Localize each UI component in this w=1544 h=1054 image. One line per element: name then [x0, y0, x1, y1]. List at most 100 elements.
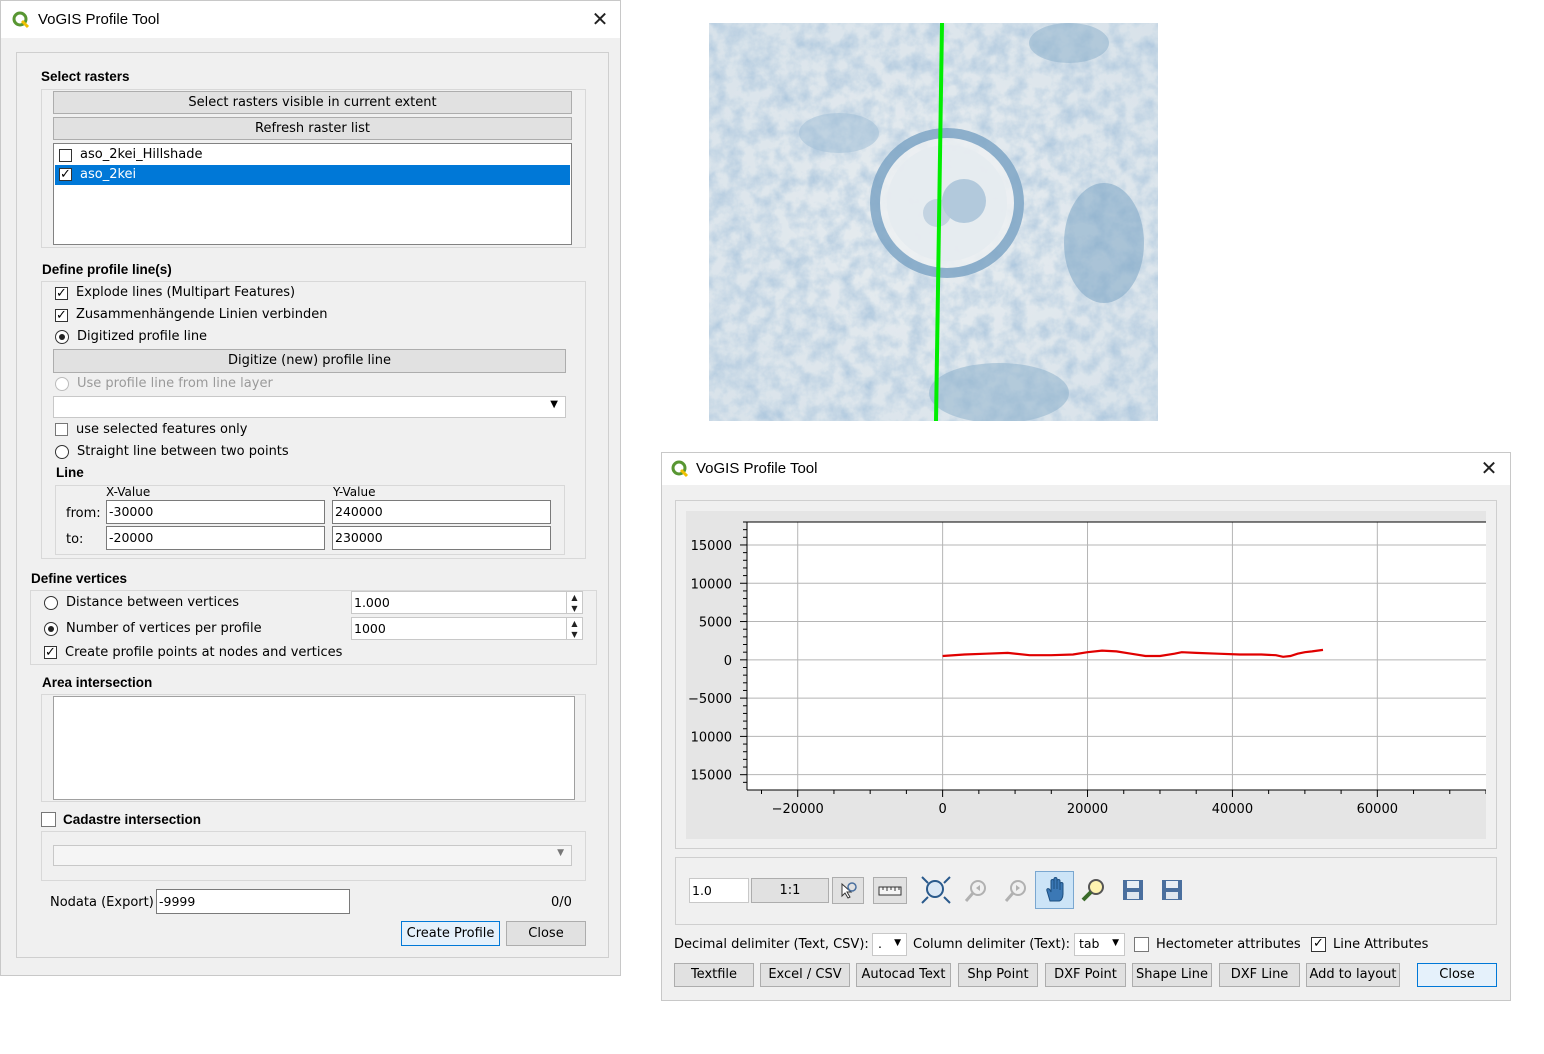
map-canvas[interactable]	[709, 23, 1158, 421]
distance-vertices-label: Distance between vertices	[66, 595, 239, 610]
dialog-title: VoGIS Profile Tool	[696, 460, 818, 477]
close-button[interactable]: Close	[1417, 963, 1497, 987]
cadastre-header: Cadastre intersection	[63, 812, 202, 827]
create-profile-button[interactable]: Create Profile	[401, 921, 500, 946]
vertices-header: Define vertices	[31, 571, 128, 586]
zoom-forward-icon[interactable]	[1000, 875, 1032, 905]
y-tick-label: 0	[724, 654, 732, 669]
from-label: from:	[66, 506, 101, 521]
to-label: to:	[66, 532, 84, 547]
list-item[interactable]: ✓ aso_2kei	[55, 165, 570, 185]
line-header: Line	[56, 465, 84, 480]
profile-lines-header: Define profile line(s)	[42, 262, 172, 277]
from-y-input[interactable]: 240000	[332, 500, 551, 524]
add-to-layout-button[interactable]: Add to layout	[1306, 963, 1400, 987]
digitize-line-button[interactable]: Digitize (new) profile line	[53, 349, 566, 373]
x-tick-label: 60000	[1357, 802, 1398, 817]
line-attributes-checkbox[interactable]: ✓	[1311, 937, 1326, 952]
raster-name: aso_2kei	[80, 167, 137, 182]
distance-spin-buttons[interactable]: ▲ ▼	[566, 592, 582, 613]
decimal-delimiter-select[interactable]: . ▼	[872, 933, 907, 956]
line-layer-select[interactable]: ▼	[53, 396, 566, 418]
y-tick-label: 10000	[691, 577, 732, 592]
close-icon[interactable]: ✕	[1479, 458, 1499, 478]
ratio-button[interactable]: 1:1	[751, 878, 829, 903]
create-points-label: Create profile points at nodes and verti…	[65, 645, 343, 660]
connect-lines-label: Zusammenhängende Linien verbinden	[76, 307, 328, 322]
pan-hand-icon[interactable]	[1035, 871, 1074, 909]
area-intersection-header: Area intersection	[42, 675, 153, 690]
x-value-header: X-Value	[106, 485, 151, 499]
x-tick-label: 20000	[1067, 802, 1108, 817]
column-delimiter-select[interactable]: tab ▼	[1074, 933, 1125, 956]
cadastre-select[interactable]: ▼	[53, 845, 572, 866]
distance-vertices-input[interactable]: 1.000	[351, 591, 583, 614]
decimal-delimiter-value: .	[878, 936, 882, 951]
select-visible-rasters-button[interactable]: Select rasters visible in current extent	[53, 91, 572, 114]
line-layer-radio[interactable]	[55, 377, 69, 391]
profile-chart[interactable]: −20000 0 20000 40000 60000 15000 10000 5000 0 −50…	[686, 511, 1486, 839]
number-vertices-radio[interactable]	[44, 622, 58, 636]
nodata-input[interactable]: -9999	[156, 889, 350, 914]
close-button[interactable]: Close	[506, 921, 586, 946]
zoom-pointer-icon[interactable]	[832, 877, 864, 904]
zoom-back-icon[interactable]	[960, 875, 992, 905]
selected-features-label: use selected features only	[76, 422, 248, 437]
area-intersection-list[interactable]	[53, 696, 575, 800]
save-icon[interactable]	[1117, 875, 1149, 905]
explode-lines-checkbox[interactable]: ✓	[55, 287, 68, 300]
line-layer-label: Use profile line from line layer	[77, 376, 273, 391]
from-x-input[interactable]: -30000	[106, 500, 325, 524]
y-tick-label: 15000	[691, 539, 732, 554]
raster-list[interactable]: aso_2kei_Hillshade ✓ aso_2kei	[53, 143, 572, 245]
export-excel-button[interactable]: Excel / CSV	[760, 963, 850, 987]
export-dxf-line-button[interactable]: DXF Line	[1219, 963, 1300, 987]
digitized-line-radio[interactable]	[55, 330, 69, 344]
to-x-input[interactable]: -20000	[106, 526, 325, 550]
number-spin-buttons[interactable]: ▲ ▼	[566, 618, 582, 639]
profile-line	[934, 23, 944, 421]
export-dxf-point-button[interactable]: DXF Point	[1045, 963, 1126, 987]
straight-line-radio[interactable]	[55, 445, 69, 459]
cadastre-checkbox[interactable]	[41, 812, 56, 827]
scale-input[interactable]: 1.0	[689, 878, 749, 903]
list-item[interactable]: aso_2kei_Hillshade	[55, 145, 570, 165]
profile-chart-dialog: VoGIS Profile Tool ✕ −20000 0 20000 40000 60…	[661, 452, 1511, 1001]
selected-features-checkbox[interactable]	[55, 423, 68, 436]
create-points-checkbox[interactable]: ✓	[44, 646, 57, 659]
y-value-header: Y-Value	[333, 485, 376, 499]
x-tick-label: 40000	[1212, 802, 1253, 817]
y-tick-label: −5000	[688, 692, 732, 707]
title-bar: VoGIS Profile Tool ✕	[662, 453, 1510, 485]
qgis-logo-icon	[671, 460, 689, 478]
close-icon[interactable]: ✕	[590, 9, 610, 29]
straight-line-label: Straight line between two points	[77, 444, 289, 459]
raster-checkbox[interactable]	[59, 149, 72, 162]
export-textfile-button[interactable]: Textfile	[674, 963, 754, 987]
plot-area	[747, 522, 1486, 790]
explode-lines-label: Explode lines (Multipart Features)	[76, 285, 296, 300]
progress-counter: 0/0	[551, 895, 572, 910]
export-shp-point-button[interactable]: Shp Point	[958, 963, 1038, 987]
profile-line-overlay	[934, 23, 944, 421]
distance-vertices-radio[interactable]	[44, 596, 58, 610]
chevron-down-icon: ▼	[894, 938, 901, 948]
save-as-icon[interactable]	[1156, 875, 1188, 905]
export-autocad-button[interactable]: Autocad Text	[856, 963, 951, 987]
to-y-input[interactable]: 230000	[332, 526, 551, 550]
hectometer-checkbox[interactable]	[1134, 937, 1149, 952]
zoom-icon[interactable]	[1077, 875, 1109, 905]
nodata-label: Nodata (Export)	[50, 895, 154, 910]
chevron-down-icon: ▼	[557, 848, 564, 858]
qgis-logo-icon	[12, 11, 30, 29]
zoom-full-icon[interactable]	[920, 875, 952, 905]
refresh-raster-list-button[interactable]: Refresh raster list	[53, 117, 572, 140]
ruler-icon[interactable]	[873, 877, 907, 904]
number-vertices-input[interactable]: 1000	[351, 617, 583, 640]
dialog-title: VoGIS Profile Tool	[38, 11, 160, 28]
raster-checkbox[interactable]: ✓	[59, 168, 72, 181]
raster-name: aso_2kei_Hillshade	[80, 147, 203, 162]
decimal-delimiter-label: Decimal delimiter (Text, CSV):	[674, 937, 869, 952]
connect-lines-checkbox[interactable]: ✓	[55, 309, 68, 322]
export-shape-line-button[interactable]: Shape Line	[1132, 963, 1212, 987]
